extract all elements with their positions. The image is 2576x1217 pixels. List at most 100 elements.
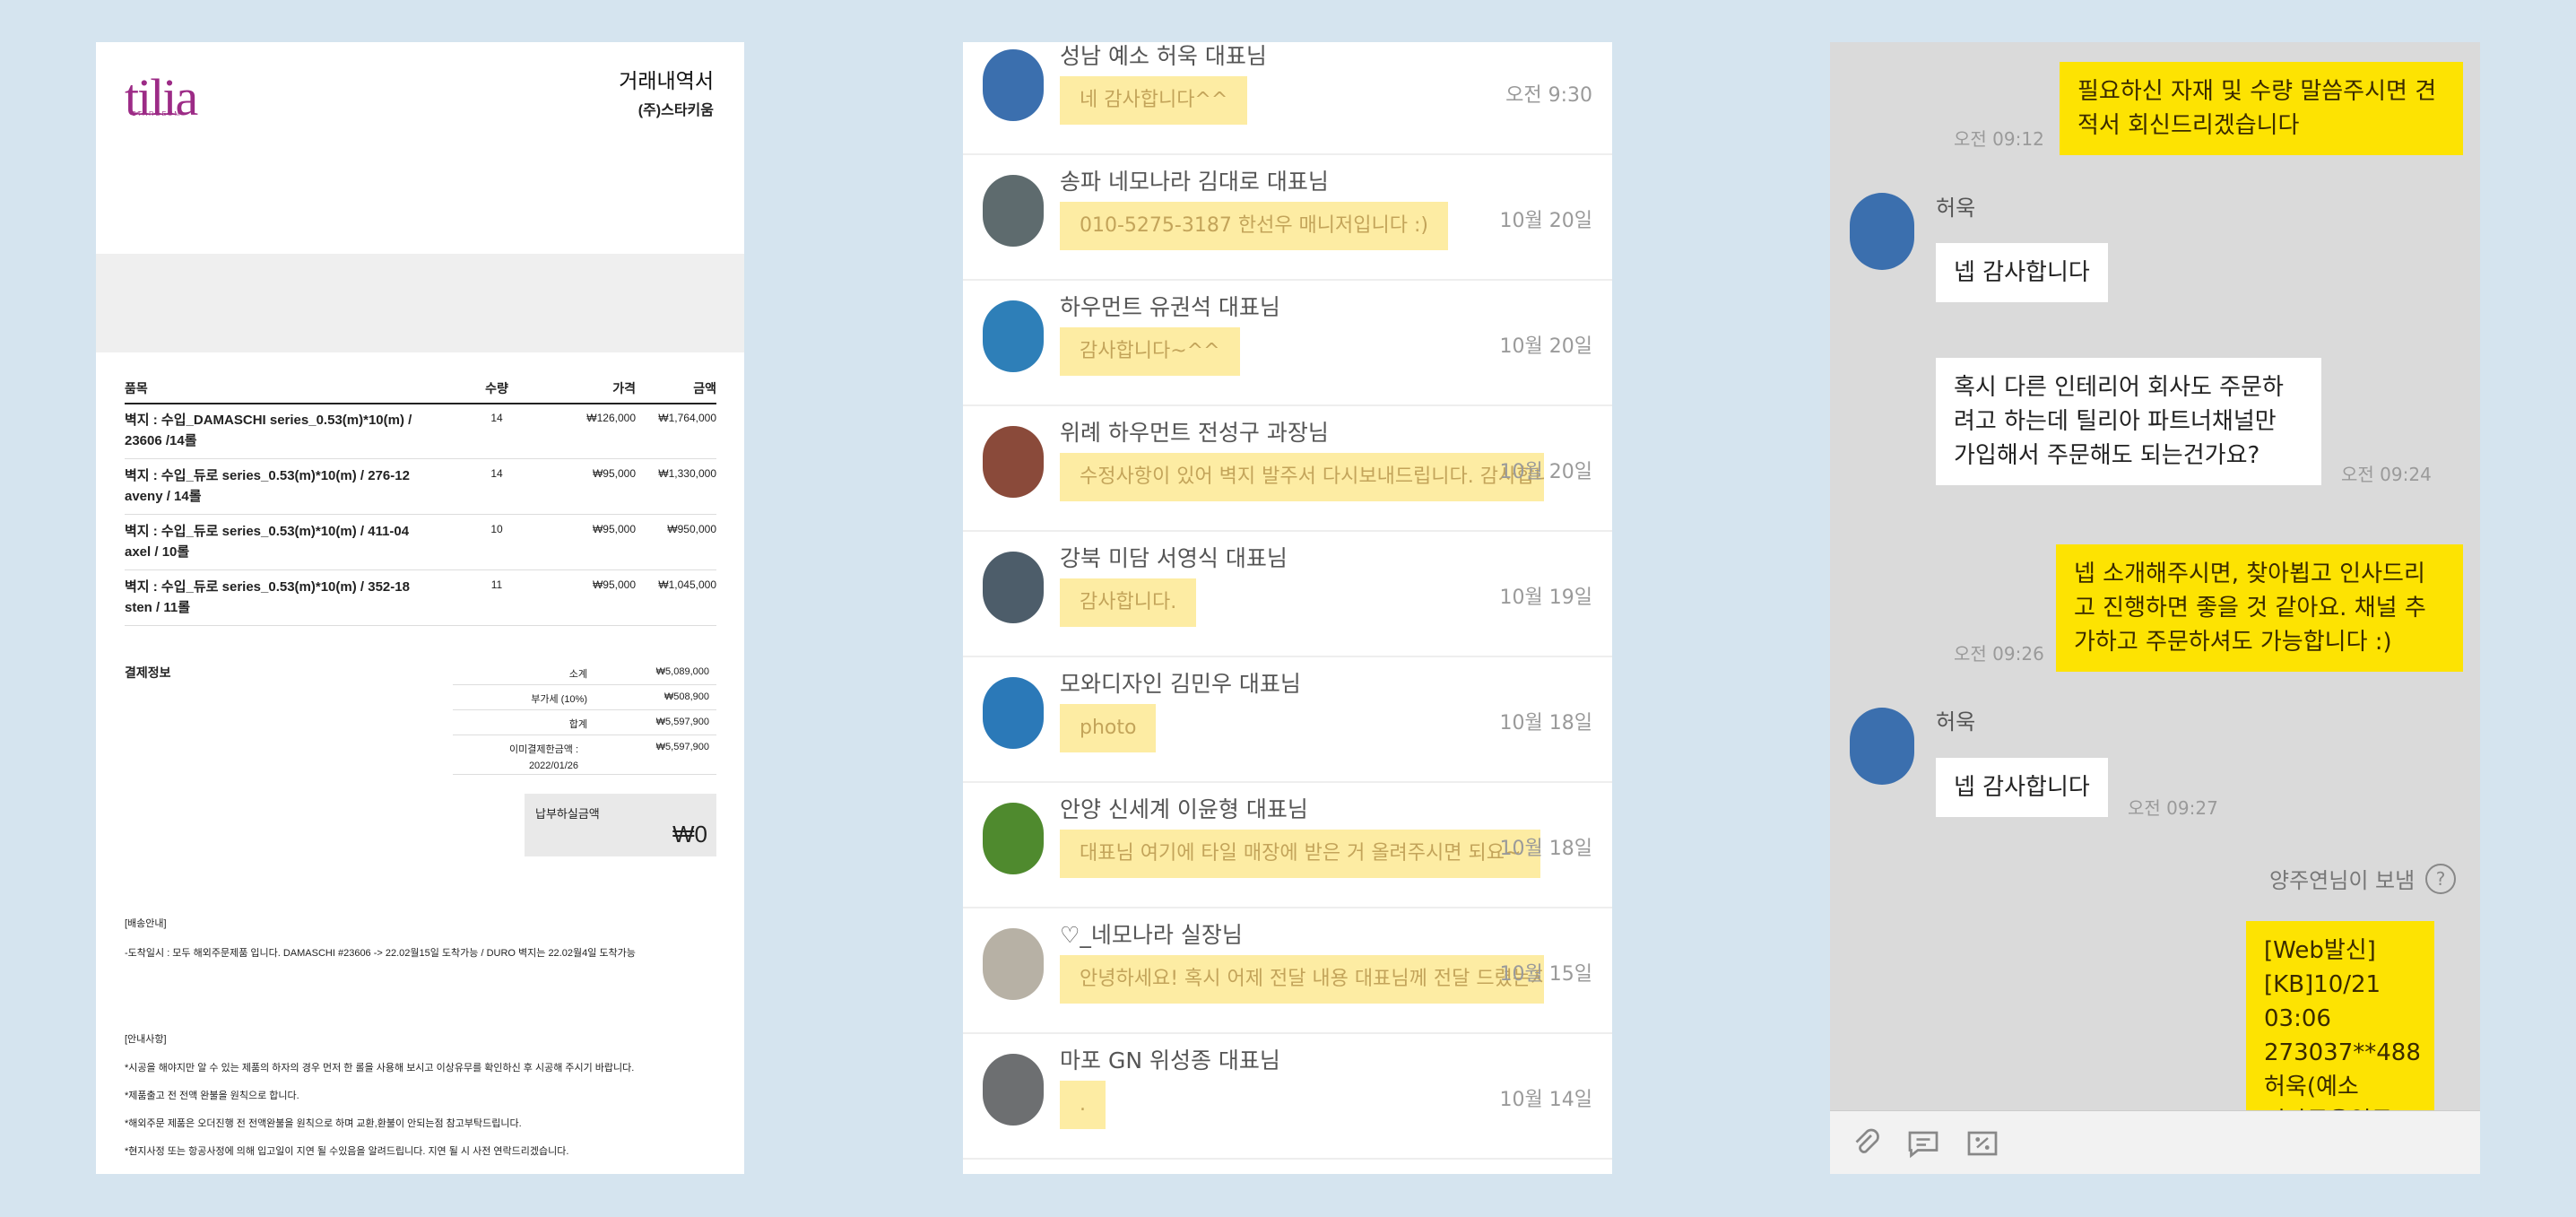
message-line: 가하고 주문하셔도 가능합니다 :) <box>2074 629 2392 656</box>
col-item-header: 품목 <box>125 381 148 396</box>
summary-value: ₩5,597,900 <box>655 742 709 752</box>
avatar-photo <box>983 552 1044 623</box>
avatar <box>983 552 1044 623</box>
avatar <box>983 175 1044 247</box>
summary-label: 부가세 (10%) <box>531 694 587 705</box>
chat-time: 10월 18일 <box>1499 838 1592 860</box>
summary-line: 부가세 (10%) ₩508,900 <box>453 686 716 710</box>
chat-preview: 010-5275-3187 한선우 매니저입니다 :) <box>1060 202 1448 250</box>
table-row: 벽지 : 수입_듀로 series_0.53(m)*10(m) / 411-04… <box>125 516 716 570</box>
my-message-bubble[interactable]: 넵 소개해주시면, 찾아뵙고 인사드리 고 진행하면 좋을 것 같아요. 채널 … <box>2056 544 2463 672</box>
chat-preview: 대표님 여기에 타일 매장에 받은 거 올려주시면 되요~ <box>1060 830 1541 878</box>
info-line: *제품출고 전 전액 완불을 원칙으로 합니다. <box>125 1091 299 1101</box>
row-amount: ₩950,000 <box>667 523 716 535</box>
attachment-icon[interactable] <box>1850 1127 1882 1160</box>
message-time: 오전 09:24 <box>2341 464 2432 485</box>
their-message-bubble[interactable]: 넵 감사합니다 <box>1936 758 2108 817</box>
chat-list-item[interactable]: 송파 네모나라 김대로 대표님 010-5275-3187 한선우 매니저입니다… <box>963 155 1612 281</box>
message-line: 넵 소개해주시면, 찾아뵙고 인사드리 <box>2074 561 2425 587</box>
amount-due-label: 납부하실금액 <box>535 807 600 821</box>
delivery-text: -도착일시 : 모두 해외주문제품 입니다. DAMASCHI #23606 -… <box>125 948 636 959</box>
avatar-photo <box>983 928 1044 1000</box>
chat-list-item[interactable]: 하우먼트 유권석 대표님 감사합니다~^^ 10월 20일 <box>963 281 1612 406</box>
chat-preview: 감사합니다~^^ <box>1060 327 1240 376</box>
avatar <box>983 300 1044 372</box>
row-amount: ₩1,764,000 <box>658 412 716 424</box>
chat-name: 송파 네모나라 김대로 대표님 <box>1060 169 1329 195</box>
chat-list-item[interactable]: 모와디자인 김민우 대표님 photo 10월 18일 <box>963 657 1612 783</box>
coupon-icon[interactable] <box>1965 1127 2000 1160</box>
avatar-photo <box>983 677 1044 749</box>
my-message-bubble[interactable]: 필요하신 자재 및 수량 말씀주시면 견 적서 회신드리겠습니다 <box>2060 62 2463 155</box>
avatar-photo <box>983 49 1044 121</box>
chat-name: 성남 예소 허욱 대표님 <box>1060 43 1267 69</box>
items-table-header: 품목 수량 가격 금액 <box>125 376 716 404</box>
avatar <box>983 803 1044 874</box>
chat-list: 성남 예소 허욱 대표님 네 감사합니다^^ 오전 9:30 송파 네모나라 김… <box>963 42 1612 1174</box>
table-row: 벽지 : 수입_듀로 series_0.53(m)*10(m) / 352-18… <box>125 571 716 626</box>
avatar-photo <box>983 426 1044 498</box>
row-qty: 14 <box>490 412 503 424</box>
message-line: 려고 하는데 틸리아 파트너채널만 <box>1954 408 2277 435</box>
avatar-photo <box>983 1054 1044 1126</box>
invoice-title: 거래내역서 <box>619 69 714 92</box>
row-price: ₩95,000 <box>592 578 636 591</box>
chat-name: 안양 신세계 이윤형 대표님 <box>1060 796 1308 822</box>
chat-list-item[interactable]: 성남 예소 허욱 대표님 네 감사합니다^^ 오전 9:30 <box>963 42 1612 155</box>
chat-preview: 안녕하세요! 혹시 어제 전달 내용 대표님께 전달 드렸는지 <box>1060 955 1544 1004</box>
chat-list-item[interactable]: ♡_네모나라 실장님 안녕하세요! 혹시 어제 전달 내용 대표님께 전달 드렸… <box>963 908 1612 1034</box>
avatar <box>983 928 1044 1000</box>
chat-time: 10월 18일 <box>1499 712 1592 735</box>
chat-list-item[interactable]: 강북 미담 서영식 대표님 감사합니다. 10월 19일 <box>963 532 1612 657</box>
message-input-bar[interactable] <box>1830 1110 2480 1174</box>
table-row: 벽지 : 수입_듀로 series_0.53(m)*10(m) / 276-12… <box>125 460 716 515</box>
message-time: 오전 09:26 <box>1954 643 2044 665</box>
sender-name: 허욱 <box>1936 709 1976 735</box>
message-template-icon[interactable] <box>1905 1127 1941 1160</box>
message-line: 고 진행하면 좋을 것 같아요. 채널 추 <box>2074 595 2426 622</box>
tilia-logo: tilia <box>125 68 198 126</box>
chat-preview: 감사합니다. <box>1060 578 1197 627</box>
chat-preview: 수정사항이 있어 벽지 발주서 다시보내드립니다. 감사합니다 <box>1060 453 1544 501</box>
row-amount: ₩1,045,000 <box>658 578 716 591</box>
avatar[interactable] <box>1850 193 1914 270</box>
summary-label: 소계 <box>568 669 587 680</box>
chat-preview: 네 감사합니다^^ <box>1060 76 1248 125</box>
their-message-bubble[interactable]: 넵 감사합니다 <box>1936 243 2108 302</box>
avatar[interactable] <box>1850 708 1914 785</box>
chat-list-item[interactable]: 위례 하우먼트 전성구 과장님 수정사항이 있어 벽지 발주서 다시보내드립니다… <box>963 406 1612 532</box>
summary-label: 이미결제한금액 : 2022/01/26 <box>509 744 578 771</box>
summary-line: 이미결제한금액 : 2022/01/26 ₩5,597,900 <box>453 736 716 775</box>
info-line: *시공을 해야지만 알 수 있는 제품의 하자의 경우 먼저 한 롤을 사용해 … <box>125 1063 635 1074</box>
row-item: 벽지 : 수입_듀로 series_0.53(m)*10(m) / 411-04… <box>125 524 410 560</box>
chat-name: ♡_네모나라 실장님 <box>1060 922 1243 948</box>
row-price: ₩126,000 <box>586 412 636 424</box>
my-message-bubble[interactable]: [Web발신] [KB]10/21 03:06 273037**488 허욱(예… <box>2246 921 2434 1126</box>
message-line: 혹시 다른 인테리어 회사도 주문하 <box>1954 374 2284 401</box>
row-qty: 11 <box>490 578 503 591</box>
avatar-photo <box>983 175 1044 247</box>
chat-list-item[interactable]: 안양 신세계 이윤형 대표님 대표님 여기에 타일 매장에 받은 거 올려주시면… <box>963 783 1612 908</box>
summary-line: 소계 ₩5,089,000 <box>453 661 716 685</box>
row-item: 벽지 : 수입_듀로 series_0.53(m)*10(m) / 352-18… <box>125 579 410 615</box>
avatar <box>983 426 1044 498</box>
logo-subtext: STARGEUM <box>132 111 182 117</box>
sender-name: 허욱 <box>1936 196 1976 221</box>
chat-time: 10월 20일 <box>1499 461 1592 483</box>
row-qty: 10 <box>490 523 503 535</box>
row-item: 벽지 : 수입_듀로 series_0.53(m)*10(m) / 276-12… <box>125 468 410 504</box>
invoice-company: (주)스타키움 <box>637 103 714 118</box>
delivery-title: [배송안내] <box>125 918 167 929</box>
message-time: 오전 09:27 <box>2128 797 2218 819</box>
chat-preview: . <box>1060 1081 1106 1129</box>
table-row: 벽지 : 수입_DAMASCHI series_0.53(m)*10(m) / … <box>125 404 716 459</box>
message-line: 허욱(예소 <box>2264 1074 2359 1100</box>
message-line: 적서 회신드리겠습니다 <box>2077 112 2300 139</box>
chat-list-item[interactable]: 마포 GN 위성종 대표님 . 10월 14일 <box>963 1034 1612 1160</box>
help-icon[interactable]: ? <box>2425 864 2456 894</box>
chat-name: 하우먼트 유권석 대표님 <box>1060 294 1280 320</box>
message-line: 필요하신 자재 및 수량 말씀주시면 견 <box>2077 78 2437 105</box>
their-message-bubble[interactable]: 혹시 다른 인테리어 회사도 주문하 려고 하는데 틸리아 파트너채널만 가입해… <box>1936 358 2321 485</box>
sent-by-label: 양주연님이 보냄 <box>2269 868 2416 893</box>
info-title: [안내사항] <box>125 1034 167 1045</box>
